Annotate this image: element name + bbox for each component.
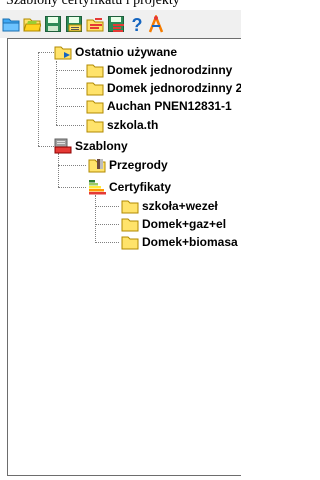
svg-text:?: ?	[132, 15, 143, 33]
app-window: Szablony certyfikatu i projekty ? Ostatn…	[0, 0, 241, 480]
tree-connector	[56, 70, 84, 71]
folder-icon	[86, 98, 104, 114]
tree-connector	[95, 206, 119, 207]
templates-icon	[54, 138, 72, 154]
tree-item-label: szkola.th	[107, 118, 159, 132]
window-title: Szablony certyfikatu i projekty	[6, 0, 180, 8]
tree-item-label: Auchan PNEN12831-1	[107, 99, 232, 113]
folder-icon	[86, 80, 104, 96]
tree-connector	[95, 224, 119, 225]
tree-item-label: Domek jednorodzinny	[107, 63, 233, 77]
help-icon[interactable]: ?	[128, 15, 146, 33]
tree-item-label: szkoła+wezeł	[142, 199, 218, 213]
folder-icon	[121, 234, 139, 250]
folder-icon	[86, 62, 104, 78]
folder-icon	[86, 117, 104, 133]
tree-node-label: Przegrody	[109, 158, 168, 172]
tree-node-label: Ostatnio używane	[75, 45, 178, 59]
save-chart-icon[interactable]	[107, 15, 125, 33]
tree-item-label: Domek jednorodzinny 2	[107, 81, 241, 95]
folder-chart-icon[interactable]	[86, 15, 104, 33]
save-icon[interactable]	[44, 15, 62, 33]
folder-icon	[121, 198, 139, 214]
toolbar: ?	[0, 10, 241, 38]
tree-connector	[95, 195, 96, 243]
tree-node-label: Szablony	[75, 139, 128, 153]
window-title-strip: Szablony certyfikatu i projekty	[0, 0, 241, 10]
tree-connector	[58, 153, 59, 187]
tree-connector	[38, 52, 39, 146]
tools-icon[interactable]	[147, 15, 165, 33]
tree-panel: Ostatnio używane Domek jednorodzinny Dom…	[7, 38, 241, 476]
save-as-icon[interactable]	[65, 15, 83, 33]
open-folder-blue-icon[interactable]	[2, 15, 20, 33]
open-folder-icon[interactable]	[23, 15, 41, 33]
tree-connector	[38, 146, 54, 147]
recent-folder-icon	[54, 44, 72, 60]
tree-connector	[56, 88, 84, 89]
tree-item-label: Domek+gaz+el	[142, 217, 227, 231]
tree-connector	[58, 165, 86, 166]
folder-partitions-icon	[88, 157, 106, 173]
tree-item-label: Domek+biomasa	[142, 235, 238, 249]
tree-connector	[56, 125, 84, 126]
tree-connector	[95, 242, 119, 243]
tree-node-label: Certyfikaty	[109, 180, 172, 194]
tree-connector	[56, 106, 84, 107]
tree-connector	[58, 187, 86, 188]
folder-icon	[121, 216, 139, 232]
project-tree: Ostatnio używane Domek jednorodzinny Dom…	[8, 39, 241, 475]
energy-class-icon	[88, 179, 106, 195]
